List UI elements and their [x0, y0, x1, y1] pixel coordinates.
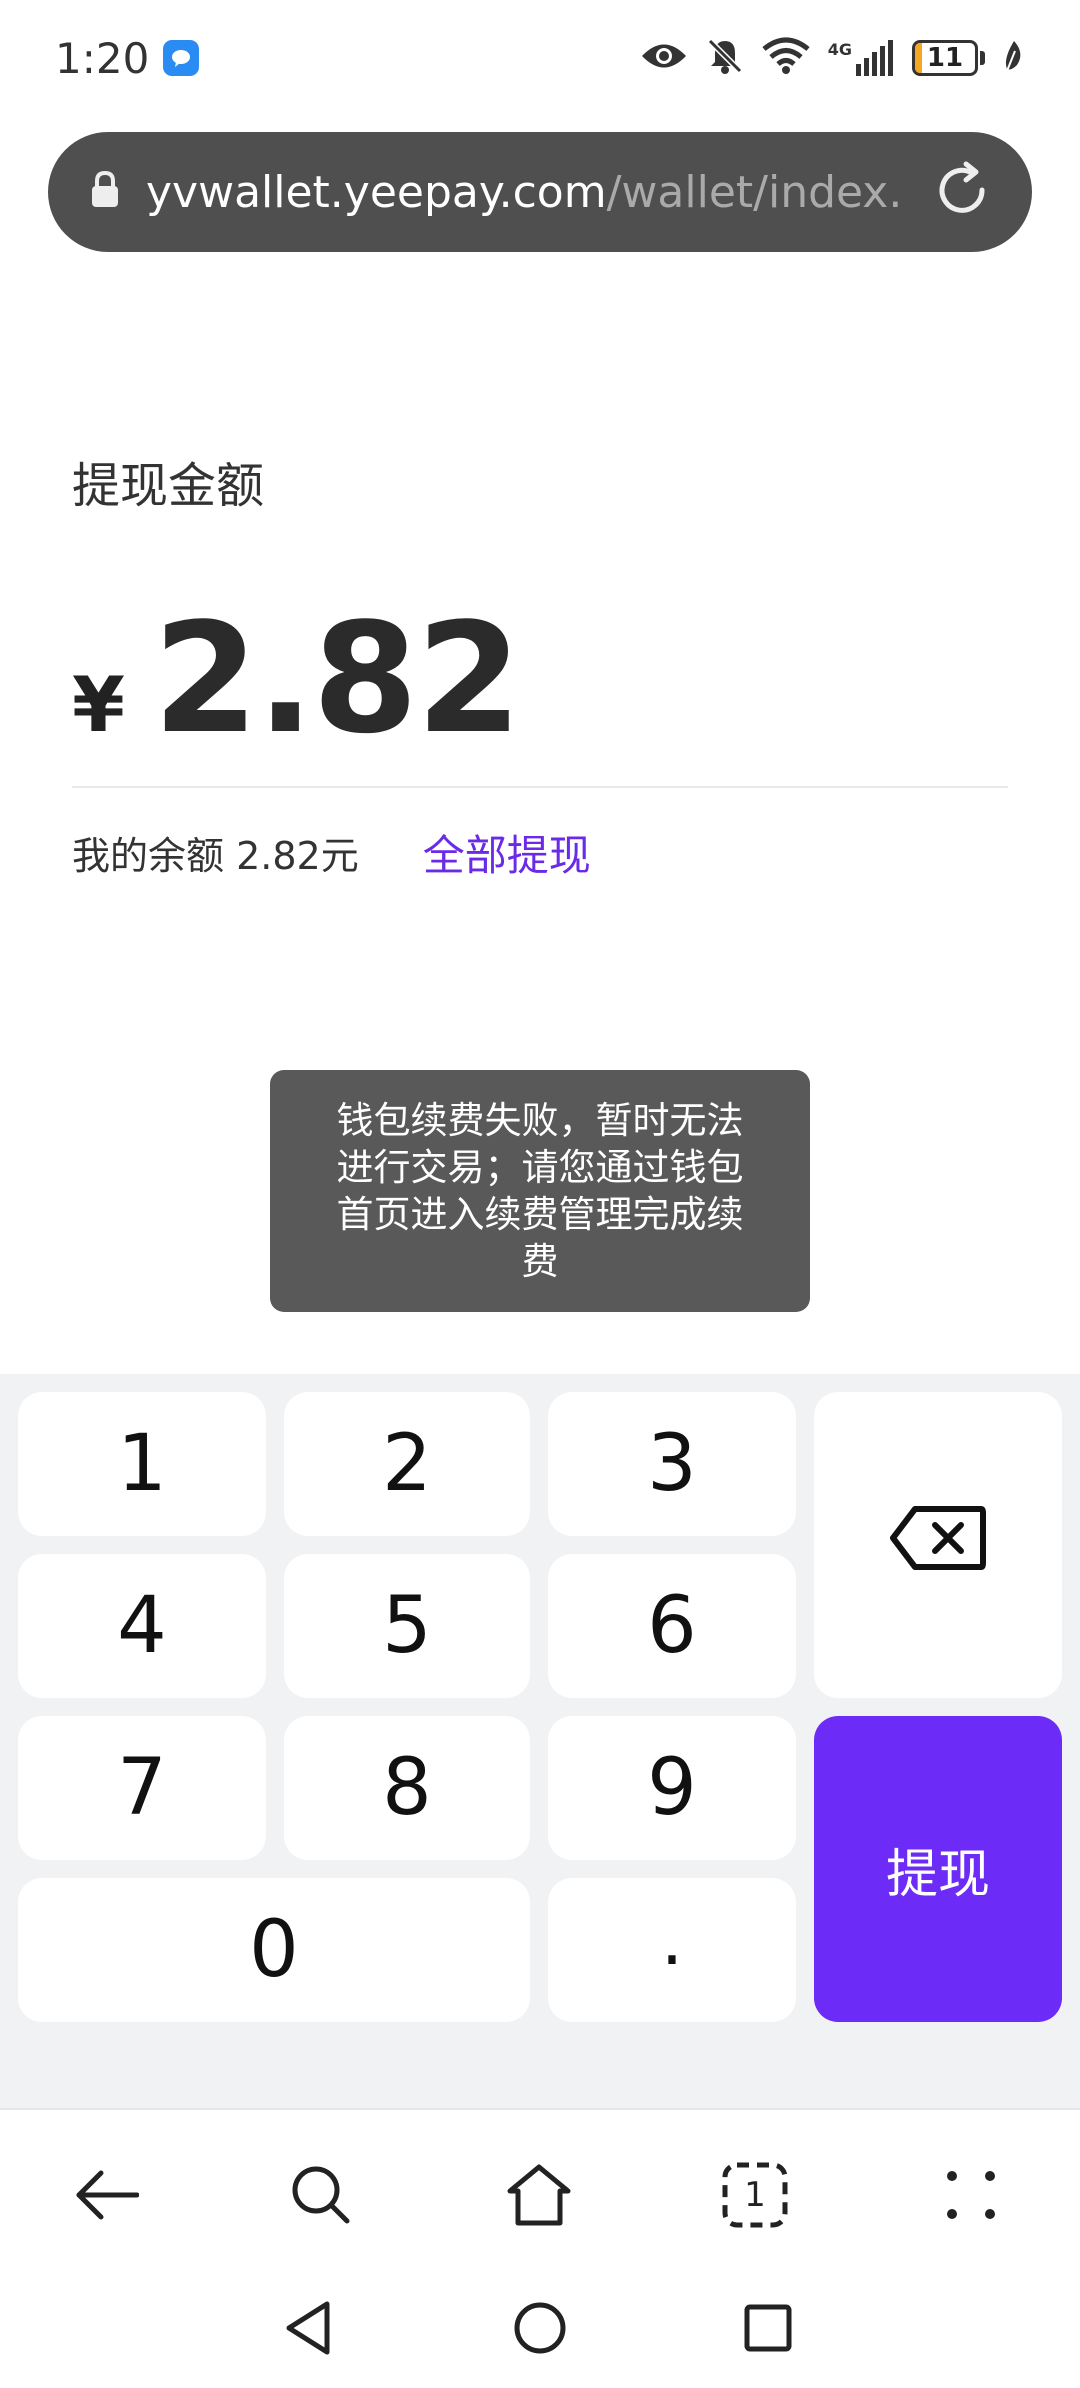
key-2[interactable]: 2 [284, 1392, 530, 1536]
toast-message: 钱包续费失败，暂时无法进行交易；请您通过钱包首页进入续费管理完成续费 [336, 1099, 744, 1283]
url-bar[interactable]: yvwallet.yeepay.com/wallet/index. [48, 132, 1032, 252]
search-icon[interactable] [286, 2160, 356, 2230]
key-4[interactable]: 4 [18, 1554, 266, 1698]
amount-value: 2.82 [152, 590, 522, 767]
tabs-icon[interactable]: 1 [720, 2160, 790, 2230]
menu-icon[interactable] [936, 2160, 1006, 2230]
back-icon[interactable] [72, 2160, 142, 2230]
url-path: /wallet/index. [606, 166, 902, 218]
cell-signal-icon: 4G [828, 40, 894, 76]
key-7[interactable]: 7 [18, 1716, 266, 1860]
status-bar: 1:20 4G 11 [0, 0, 1080, 116]
home-icon[interactable] [504, 2160, 574, 2230]
battery-icon: 11 [912, 40, 985, 76]
recents-square-icon[interactable] [736, 2296, 800, 2360]
system-navigation-bar [0, 2274, 1080, 2388]
amount-field[interactable]: ¥ 2.82 [72, 590, 522, 767]
message-app-icon [163, 40, 200, 76]
key-decimal[interactable]: . [548, 1878, 796, 2022]
key-8[interactable]: 8 [284, 1716, 530, 1860]
url-domain: yvwallet.yeepay.com [146, 166, 607, 218]
mute-bell-icon [706, 37, 744, 79]
backspace-icon [889, 1500, 987, 1590]
error-toast: 钱包续费失败，暂时无法进行交易；请您通过钱包首页进入续费管理完成续费 [270, 1070, 810, 1312]
numeric-keypad: 1 2 3 4 5 6 7 8 9 0 . 提现 [0, 1374, 1080, 2108]
browser-toolbar: 1 [0, 2108, 1080, 2274]
key-1[interactable]: 1 [18, 1392, 266, 1536]
key-9[interactable]: 9 [548, 1716, 796, 1860]
key-5[interactable]: 5 [284, 1554, 530, 1698]
key-6[interactable]: 6 [548, 1554, 796, 1698]
eye-icon [640, 39, 688, 77]
battery-level: 11 [926, 43, 964, 73]
balance-text: 我的余额 2.82元 [72, 834, 359, 878]
withdraw-submit-button[interactable]: 提现 [814, 1716, 1062, 2022]
withdraw-amount-label: 提现金额 [72, 458, 265, 514]
wifi-icon [762, 37, 810, 79]
withdraw-all-link[interactable]: 全部提现 [423, 822, 591, 883]
key-0[interactable]: 0 [18, 1878, 530, 2022]
amount-divider [72, 786, 1008, 788]
home-circle-icon[interactable] [508, 2296, 572, 2360]
url-text[interactable]: yvwallet.yeepay.com/wallet/index. [146, 167, 902, 218]
currency-symbol: ¥ [72, 660, 125, 749]
backspace-key[interactable] [814, 1392, 1062, 1698]
reload-icon[interactable] [932, 160, 992, 224]
key-3[interactable]: 3 [548, 1392, 796, 1536]
wallet-withdraw-page: 1:20 4G 11 yvwallet.yeepay.com/wallet/in… [0, 0, 1080, 2388]
status-time: 1:20 [55, 33, 150, 83]
lock-icon [90, 170, 120, 213]
tabs-count: 1 [744, 2175, 766, 2215]
leaf-icon [1003, 39, 1025, 77]
balance-row: 我的余额 2.82元 全部提现 [72, 822, 591, 883]
back-triangle-icon[interactable] [276, 2296, 340, 2360]
